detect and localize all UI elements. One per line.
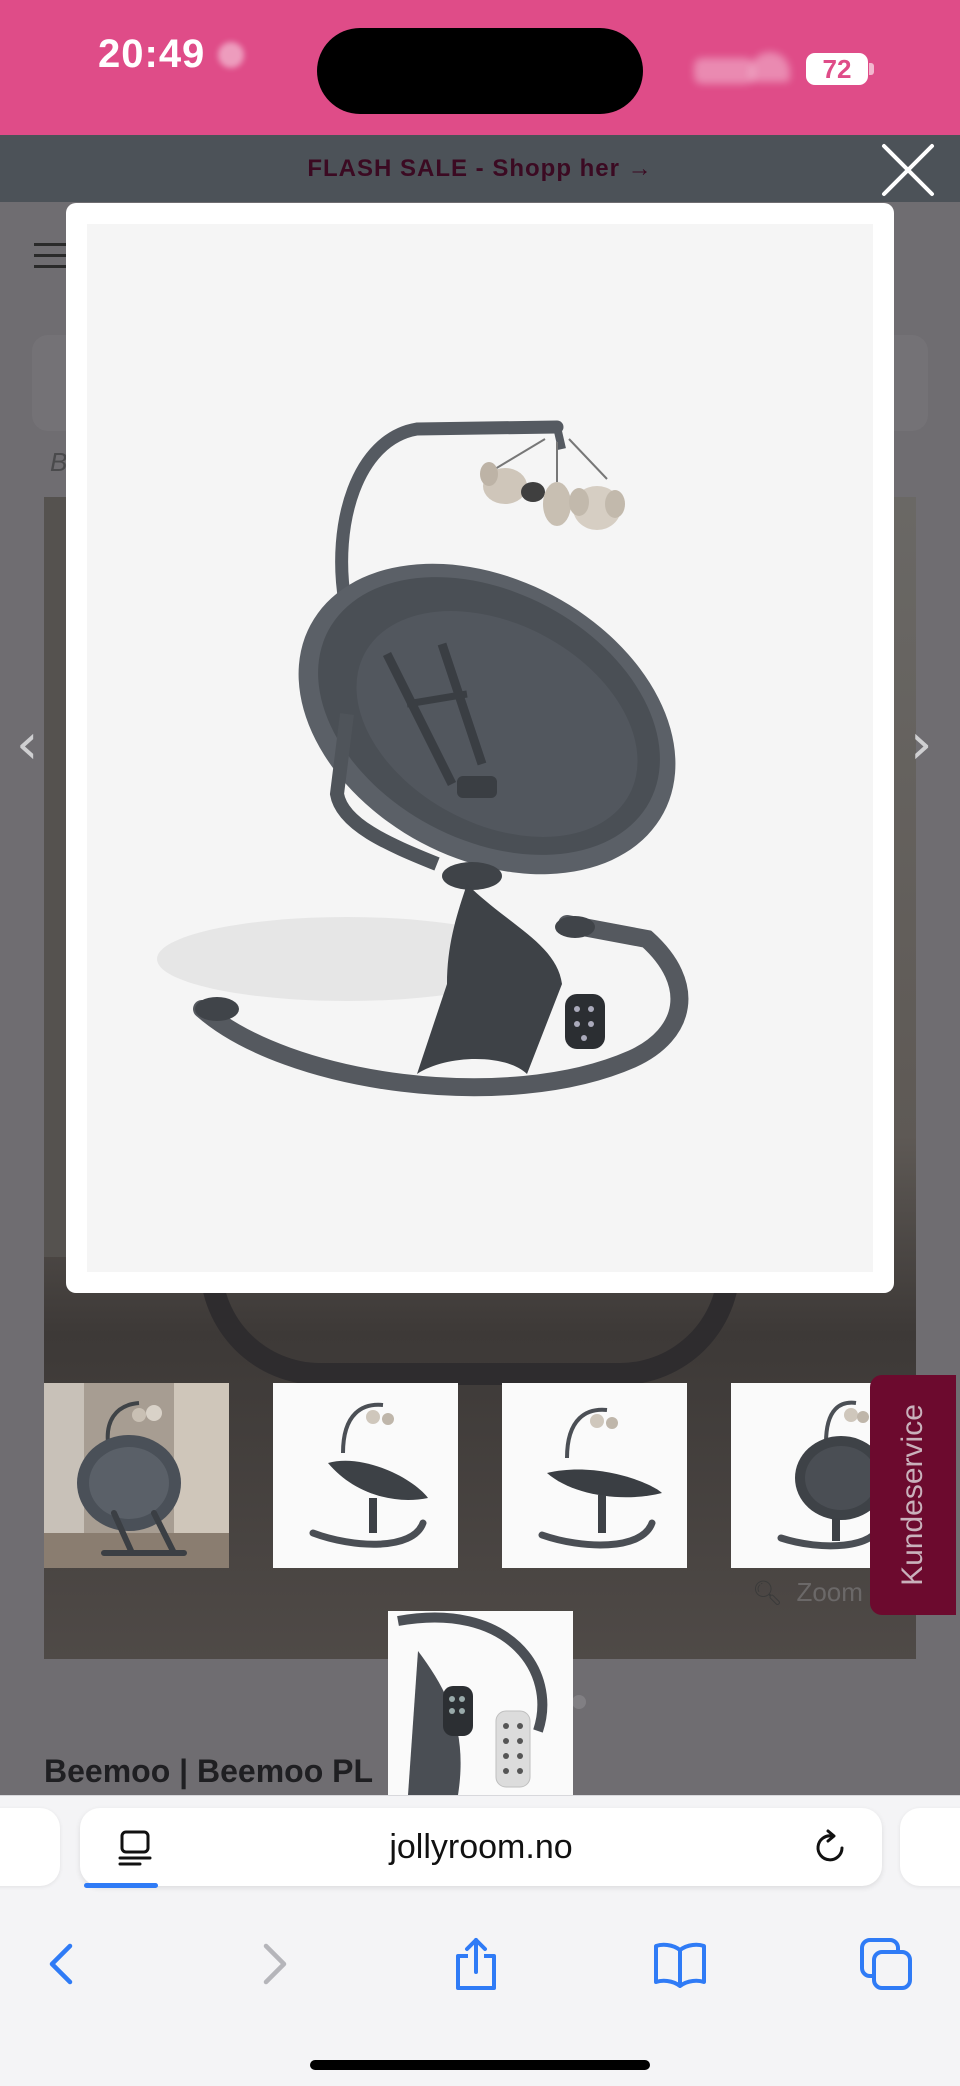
thumbnail-side-view-reclined[interactable]: [502, 1383, 687, 1568]
bookmarks-icon[interactable]: [652, 1936, 708, 1992]
page-load-progress: [84, 1883, 158, 1888]
cellular-signal-icon: [694, 58, 754, 84]
thumbnail-side-view[interactable]: [273, 1383, 458, 1568]
flash-sale-banner[interactable]: FLASH SALE - Shopp her →: [0, 135, 960, 202]
customer-service-tab[interactable]: Kundeservice: [870, 1375, 956, 1615]
status-indicator: [218, 42, 244, 68]
dynamic-island: [317, 28, 643, 114]
previous-image-arrow-icon[interactable]: ‹: [16, 717, 38, 773]
next-tab-preview[interactable]: [900, 1808, 960, 1886]
browser-toolbar: jollyroom.no: [0, 1795, 960, 2086]
wifi-icon: [750, 52, 790, 82]
close-icon[interactable]: [878, 140, 938, 200]
battery-icon: 72: [806, 53, 868, 85]
status-bar: 20:49 72: [0, 0, 960, 135]
share-icon[interactable]: [448, 1936, 504, 1992]
lightbox-product-image[interactable]: [87, 224, 873, 1272]
carousel-dot[interactable]: [572, 1695, 586, 1709]
reload-icon[interactable]: [810, 1828, 850, 1868]
image-lightbox: [66, 203, 894, 1293]
tabs-icon[interactable]: [858, 1936, 914, 1992]
next-image-arrow-icon[interactable]: ›: [910, 717, 932, 773]
thumbnail-base-with-remote[interactable]: [388, 1611, 573, 1795]
product-title: Beemoo | Beemoo PL: [44, 1753, 374, 1789]
home-indicator[interactable]: [310, 2060, 650, 2070]
zoom-hint[interactable]: 🔍︎ Zoom: [752, 1577, 863, 1608]
previous-tab-preview[interactable]: [0, 1808, 60, 1886]
hamburger-menu-icon[interactable]: [34, 243, 70, 271]
customer-service-label: Kundeservice: [896, 1404, 929, 1586]
zoom-label: Zoom: [796, 1577, 863, 1607]
back-arrow-icon[interactable]: [34, 1936, 90, 1992]
battery-cap: [869, 63, 874, 75]
url-text[interactable]: jollyroom.no: [80, 1808, 882, 1886]
address-bar[interactable]: jollyroom.no: [80, 1808, 882, 1886]
breadcrumb[interactable]: B: [50, 447, 67, 478]
magnifier-icon: 🔍︎: [752, 1579, 783, 1607]
status-time: 20:49: [98, 32, 206, 76]
forward-arrow-icon[interactable]: [246, 1936, 302, 1992]
thumbnail-lifestyle-photo[interactable]: [44, 1383, 229, 1568]
